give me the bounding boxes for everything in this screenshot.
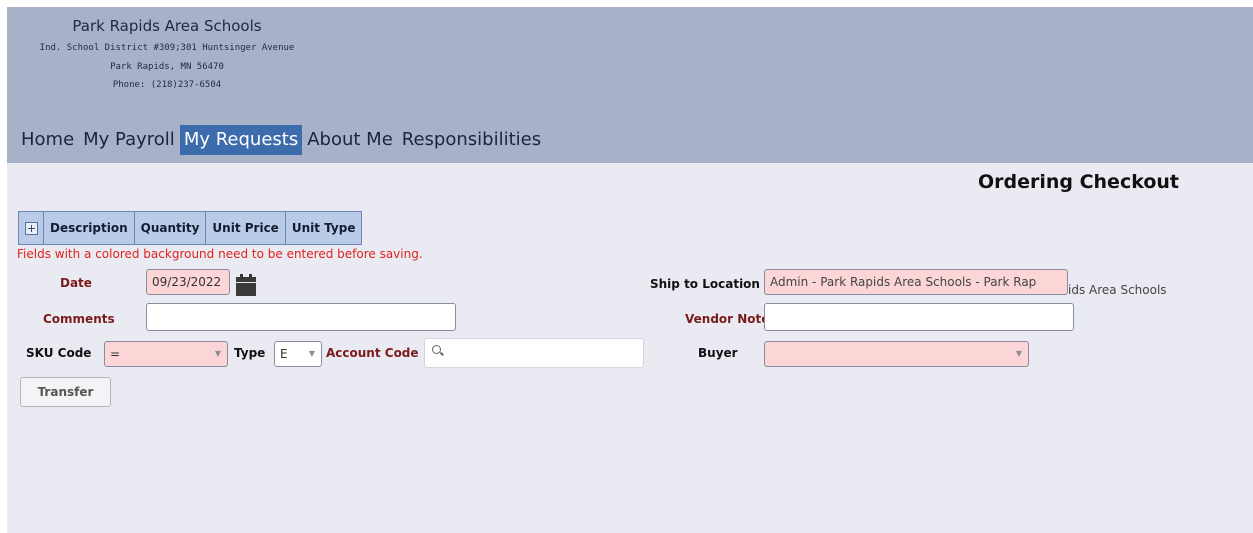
- ship-to-overflow-text: ids Area Schools: [1068, 283, 1167, 297]
- plus-icon: [24, 221, 38, 235]
- nav-my-payroll[interactable]: My Payroll: [79, 125, 179, 155]
- sku-value: =: [110, 347, 121, 361]
- nav-home[interactable]: Home: [17, 125, 78, 155]
- page-title: Ordering Checkout: [977, 171, 1179, 193]
- phone-line: Phone: (218)237-6504: [112, 80, 222, 90]
- date-value: 09/23/2022: [152, 275, 222, 289]
- date-label: Date: [60, 276, 92, 290]
- calendar-top: [236, 277, 256, 282]
- account-code-search[interactable]: [424, 338, 644, 368]
- address-line: Ind. School District #309;301 Huntsinger…: [39, 43, 295, 53]
- chevron-down-icon: ▼: [1015, 349, 1022, 358]
- buyer-select[interactable]: ▼: [764, 341, 1029, 367]
- nav-my-requests[interactable]: My Requests: [179, 125, 303, 155]
- sku-select[interactable]: = ▼: [104, 341, 228, 367]
- nav-about-me[interactable]: About Me: [303, 125, 397, 155]
- type-select[interactable]: E ▼: [274, 341, 322, 367]
- column-unit-type[interactable]: Unit Type: [286, 212, 362, 244]
- transfer-button[interactable]: Transfer: [20, 377, 111, 407]
- date-field[interactable]: 09/23/2022: [146, 269, 230, 295]
- account-code-label: Account Code: [326, 346, 419, 360]
- sku-label: SKU Code: [26, 346, 92, 360]
- main-nav: Home My Payroll My Requests About Me Res…: [17, 125, 546, 155]
- vendor-notes-input[interactable]: [764, 303, 1074, 331]
- column-unit-price[interactable]: Unit Price: [206, 212, 286, 244]
- comments-input[interactable]: [146, 303, 456, 331]
- buyer-label: Buyer: [698, 346, 738, 360]
- calendar-body: [236, 283, 256, 296]
- comments-label: Comments: [43, 312, 115, 326]
- ship-to-label: Ship to Location: [650, 277, 760, 291]
- column-description[interactable]: Description: [44, 212, 135, 244]
- chevron-down-icon: ▼: [214, 349, 221, 358]
- vendor-notes-label: Vendor Notes: [685, 312, 777, 326]
- page: Park Rapids Area Schools Ind. School Dis…: [7, 7, 1253, 533]
- school-name: Park Rapids Area Schools: [72, 17, 262, 35]
- ship-to-select[interactable]: Admin - Park Rapids Area Schools - Park …: [764, 269, 1068, 295]
- address-line: Park Rapids, MN 56470: [110, 62, 224, 72]
- search-icon: [432, 345, 441, 354]
- column-quantity[interactable]: Quantity: [135, 212, 207, 244]
- add-row-button[interactable]: [19, 212, 44, 244]
- type-label: Type: [234, 346, 266, 360]
- type-value: E: [280, 347, 288, 361]
- required-fields-notice: Fields with a colored background need to…: [17, 247, 423, 261]
- items-grid-header: Description Quantity Unit Price Unit Typ…: [18, 211, 363, 245]
- nav-responsibilities[interactable]: Responsibilities: [398, 125, 545, 155]
- header: Park Rapids Area Schools Ind. School Dis…: [7, 7, 1253, 163]
- ship-to-value: Admin - Park Rapids Area Schools - Park …: [770, 275, 1037, 289]
- chevron-down-icon: ▼: [308, 349, 315, 358]
- calendar-icon[interactable]: [236, 274, 256, 296]
